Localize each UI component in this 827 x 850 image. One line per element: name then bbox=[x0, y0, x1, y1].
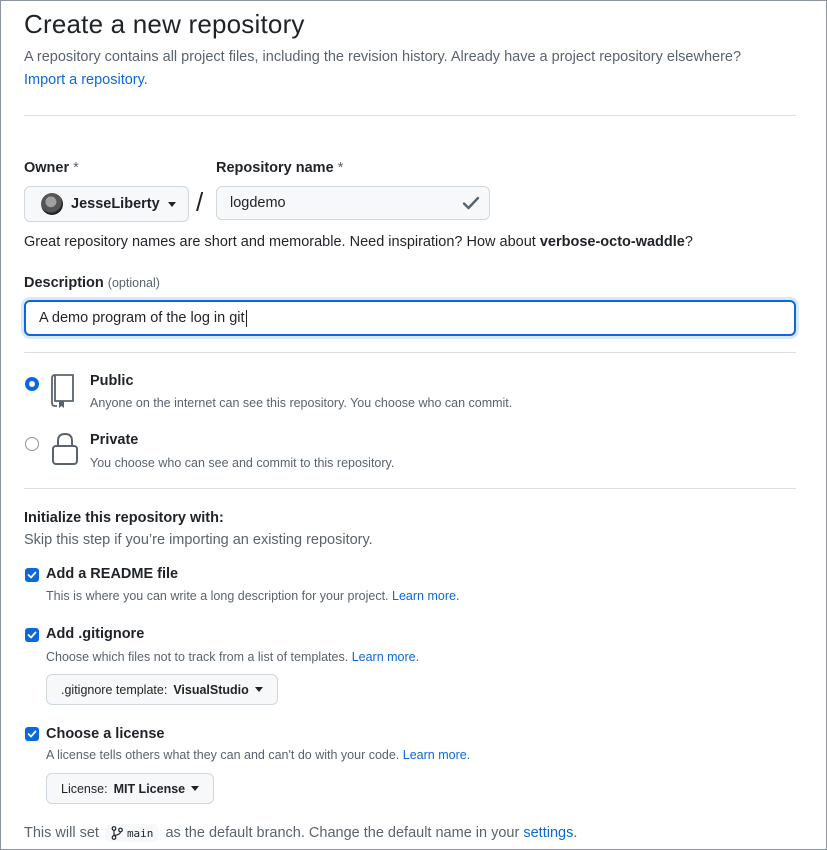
name-hint: Great repository names are short and mem… bbox=[24, 234, 693, 250]
owner-label: Owner * bbox=[24, 160, 79, 176]
license-learn-more-link[interactable]: Learn more. bbox=[403, 748, 470, 762]
divider bbox=[24, 115, 796, 116]
owner-dropdown-button[interactable]: JesseLiberty bbox=[24, 186, 189, 222]
branch-pill: main bbox=[104, 824, 160, 842]
branch-name: main bbox=[126, 826, 154, 840]
avatar bbox=[41, 193, 63, 215]
readme-checkbox[interactable] bbox=[25, 568, 39, 582]
private-radio[interactable] bbox=[25, 437, 39, 451]
readme-learn-more-link[interactable]: Learn more. bbox=[392, 589, 459, 603]
check-icon bbox=[462, 196, 480, 210]
gitignore-template-dropdown[interactable]: .gitignore template: VisualStudio bbox=[46, 674, 278, 705]
owner-repo-separator: / bbox=[196, 187, 204, 217]
divider bbox=[24, 488, 796, 489]
license-label[interactable]: Choose a license bbox=[46, 726, 164, 742]
import-repository-link[interactable]: Import a repository. bbox=[24, 72, 148, 88]
repository-name-input[interactable]: logdemo bbox=[216, 186, 490, 220]
gitignore-checkbox[interactable] bbox=[25, 628, 39, 642]
settings-link[interactable]: settings bbox=[523, 825, 573, 841]
license-checkbox[interactable] bbox=[25, 727, 39, 741]
default-branch-note: This will set main as the default branch… bbox=[24, 824, 578, 842]
text-cursor bbox=[245, 309, 247, 327]
readme-description: This is where you can write a long descr… bbox=[46, 589, 460, 603]
page-title: Create a new repository bbox=[24, 9, 305, 39]
gitignore-label[interactable]: Add .gitignore bbox=[46, 626, 144, 642]
lock-icon bbox=[52, 432, 78, 465]
name-suggestion[interactable]: verbose-octo-waddle bbox=[540, 234, 685, 250]
initialize-title: Initialize this repository with: bbox=[24, 510, 224, 526]
repo-icon bbox=[51, 374, 74, 408]
caret-down-icon bbox=[167, 201, 176, 207]
caret-down-icon bbox=[254, 687, 263, 692]
description-value: A demo program of the log in git bbox=[39, 310, 245, 326]
public-title: Public bbox=[90, 373, 134, 389]
license-description: A license tells others what they can and… bbox=[46, 748, 471, 762]
public-description: Anyone on the internet can see this repo… bbox=[90, 396, 513, 410]
public-radio[interactable] bbox=[25, 377, 39, 391]
owner-name: JesseLiberty bbox=[71, 196, 160, 212]
checkmark-icon bbox=[27, 730, 37, 738]
description-input[interactable]: A demo program of the log in git bbox=[24, 300, 796, 336]
repository-name-value: logdemo bbox=[230, 195, 286, 211]
checkmark-icon bbox=[27, 571, 37, 579]
checkmark-icon bbox=[27, 631, 37, 639]
divider bbox=[24, 352, 796, 353]
gitignore-description: Choose which files not to track from a l… bbox=[46, 650, 420, 664]
gitignore-learn-more-link[interactable]: Learn more. bbox=[352, 650, 419, 664]
caret-down-icon bbox=[191, 786, 200, 791]
private-description: You choose who can see and commit to thi… bbox=[90, 456, 395, 470]
repository-name-label: Repository name * bbox=[216, 160, 344, 176]
intro-text: A repository contains all project files,… bbox=[24, 46, 799, 92]
git-branch-icon bbox=[111, 826, 123, 840]
description-label: Description (optional) bbox=[24, 275, 160, 291]
license-dropdown[interactable]: License: MIT License bbox=[46, 773, 215, 804]
readme-label[interactable]: Add a README file bbox=[46, 566, 178, 582]
intro-description: A repository contains all project files,… bbox=[24, 49, 742, 65]
initialize-subtitle: Skip this step if you’re importing an ex… bbox=[24, 532, 373, 548]
private-title: Private bbox=[90, 432, 139, 448]
